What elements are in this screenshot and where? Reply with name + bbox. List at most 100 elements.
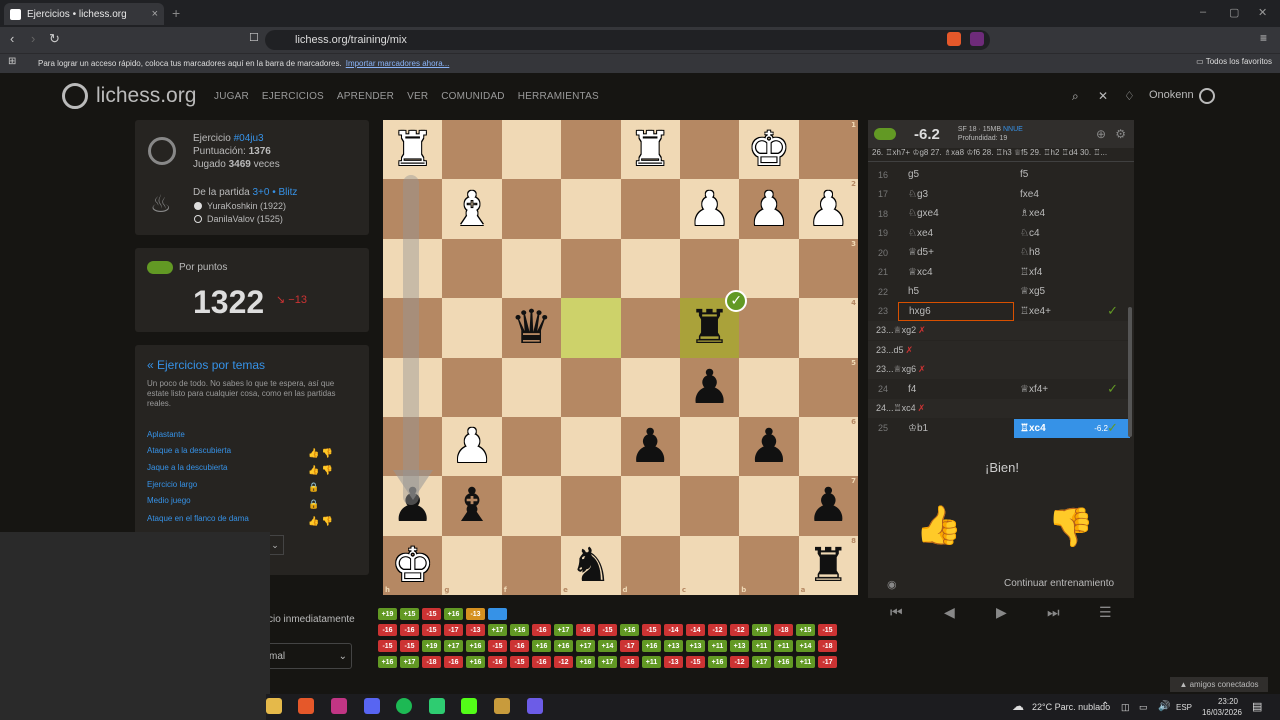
board-square[interactable] (501, 476, 562, 536)
history-tile[interactable]: -17 (620, 640, 639, 652)
board-square[interactable] (739, 238, 799, 299)
next-move-icon[interactable]: ▶ (996, 604, 1007, 621)
history-tile[interactable]: -15 (818, 624, 837, 636)
board-square[interactable] (561, 179, 621, 239)
board-square[interactable]: ♟ (442, 416, 502, 477)
board-square[interactable] (442, 120, 502, 180)
history-tile[interactable]: -16 (532, 656, 551, 668)
board-square[interactable] (679, 120, 740, 180)
history-tile[interactable]: +14 (598, 640, 617, 652)
history-tile[interactable]: +16 (378, 656, 397, 668)
apps-icon[interactable]: ⊞ (8, 56, 16, 67)
brave-icon[interactable] (298, 698, 314, 714)
board-square[interactable] (739, 298, 799, 358)
history-tile[interactable]: +18 (752, 624, 771, 636)
chess-piece[interactable]: ♟ (748, 186, 790, 233)
black-move[interactable]: ♕xg5 (1014, 286, 1130, 297)
themes-title[interactable]: « Ejercicios por temas (147, 358, 265, 372)
chess-piece[interactable]: ♟ (451, 423, 493, 470)
history-tile[interactable]: +19 (378, 608, 397, 620)
black-player[interactable]: DanilaValov (1525) (207, 214, 283, 224)
board-square[interactable] (620, 298, 680, 358)
language-indicator[interactable]: ESP (1176, 703, 1192, 712)
history-tile[interactable]: +16 (620, 624, 639, 636)
history-tile[interactable]: -14 (664, 624, 683, 636)
board-square[interactable] (679, 476, 740, 536)
board-square[interactable]: ♟ (679, 179, 740, 239)
history-tile[interactable]: +16 (532, 640, 551, 652)
folder-icon[interactable] (266, 698, 282, 714)
black-move[interactable]: ♘h8 (1014, 247, 1130, 258)
history-tile[interactable]: +13 (730, 640, 749, 652)
clock-date[interactable]: 16/03/2026 (1198, 708, 1242, 717)
history-tile[interactable] (488, 608, 507, 620)
history-tile[interactable]: +16 (554, 640, 573, 652)
board-square[interactable] (739, 357, 799, 417)
first-move-icon[interactable]: ⏮ (890, 604, 903, 621)
black-move[interactable]: ♗xe4 (1014, 208, 1130, 219)
board-square[interactable] (561, 416, 621, 477)
board-square[interactable] (501, 357, 562, 417)
tab-close-icon[interactable]: × (152, 8, 158, 20)
history-tile[interactable]: +11 (774, 640, 793, 652)
history-tile[interactable]: -18 (774, 624, 793, 636)
history-tile[interactable]: -12 (730, 656, 749, 668)
history-tile[interactable]: +17 (488, 624, 507, 636)
black-move[interactable]: ♖xf4 (1014, 267, 1130, 278)
board-square[interactable]: ♟ (739, 416, 799, 477)
menu-icon[interactable]: ≡ (1260, 31, 1267, 45)
kick-icon[interactable] (461, 698, 477, 714)
chess-piece[interactable]: ♟ (748, 423, 790, 470)
notification-center-icon[interactable]: ▤ (1252, 700, 1262, 713)
target-icon[interactable]: ⊕ (1096, 127, 1106, 141)
spotify-icon[interactable] (396, 698, 412, 714)
board-square[interactable] (561, 238, 621, 299)
history-tile[interactable]: +17 (554, 624, 573, 636)
chess-piece[interactable]: ♚ (392, 542, 434, 589)
history-tile[interactable]: +11 (752, 640, 771, 652)
history-tile[interactable]: +17 (444, 640, 463, 652)
history-tile[interactable]: +17 (400, 656, 419, 668)
board-square[interactable] (620, 179, 680, 239)
board-square[interactable]: 3 (798, 238, 858, 299)
history-tile[interactable]: +13 (664, 640, 683, 652)
nav-herramientas[interactable]: HERRAMIENTAS (518, 91, 599, 102)
move-list-scrollbar[interactable] (1128, 307, 1132, 437)
history-tile[interactable]: -16 (488, 656, 507, 668)
chess-piece[interactable]: ♟ (629, 423, 671, 470)
history-tile[interactable]: +16 (708, 656, 727, 668)
history-tile[interactable]: +16 (774, 656, 793, 668)
history-tile[interactable]: -15 (378, 640, 397, 652)
theme-item[interactable]: Ejercicio largo (147, 480, 197, 489)
nav-ejercicios[interactable]: EJERCICIOS (262, 91, 324, 102)
board-square[interactable]: d (620, 535, 680, 595)
last-move-icon[interactable]: ⏭ (1047, 604, 1060, 621)
chess-piece[interactable]: ♟ (688, 364, 730, 411)
board-square[interactable]: ♜ ✓ (679, 290, 748, 358)
chess-piece[interactable]: ♚ (748, 126, 790, 173)
instagram-icon[interactable] (331, 698, 347, 714)
history-tile[interactable]: -16 (444, 656, 463, 668)
white-player[interactable]: YuraKoshkin (1922) (207, 201, 286, 211)
board-square[interactable]: ♝ (442, 179, 502, 239)
history-tile[interactable]: -16 (620, 656, 639, 668)
lichess-logo[interactable]: lichess.org (62, 83, 196, 109)
board-square[interactable] (561, 476, 621, 536)
browser-tab[interactable]: Ejercicios • lichess.org × (4, 3, 164, 25)
history-tile[interactable]: -15 (488, 640, 507, 652)
white-move[interactable]: g5 (898, 169, 1014, 180)
chess-piece[interactable]: ♟ (807, 482, 849, 529)
board-square[interactable]: 6 (798, 416, 858, 477)
history-tile[interactable]: -15 (510, 656, 529, 668)
gear-icon[interactable]: ⚙ (1115, 127, 1126, 141)
theme-item[interactable]: Jaque a la descubierta (147, 463, 228, 472)
variation-row[interactable]: 23...♕xg6 ✗ (868, 360, 1130, 379)
board-square[interactable]: ♜ 8 a (798, 535, 858, 595)
board-square[interactable]: ♟ 2 (798, 179, 858, 239)
board-square[interactable] (442, 298, 502, 358)
board-square[interactable] (442, 357, 502, 417)
all-favorites[interactable]: ▭ Todos los favoritos (1196, 57, 1272, 66)
white-move[interactable]: ♘gxe4 (898, 208, 1014, 219)
search-icon[interactable]: ⌕ (1072, 89, 1079, 104)
history-tile[interactable]: +15 (796, 624, 815, 636)
